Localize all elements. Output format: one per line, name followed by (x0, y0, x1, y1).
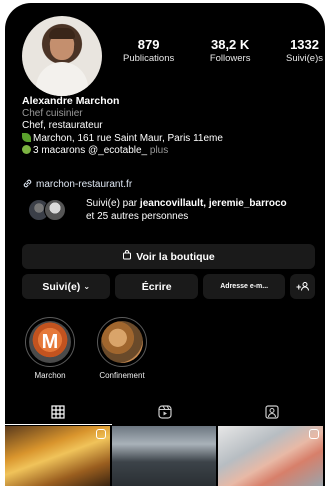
followed-suffix: et 25 autres personnes (86, 210, 189, 222)
highlight-ring: M (25, 317, 75, 367)
followed-by[interactable]: Suivi(e) par jeancovillault, jeremie_bar… (22, 198, 325, 229)
following-button[interactable]: Suivi(e) ⌄ (22, 274, 111, 299)
stat-value: 1332 (290, 37, 319, 52)
stat-label: Publications (123, 53, 175, 64)
add-person-button[interactable]: + (290, 274, 315, 299)
bio-address-text: Marchon, 161 rue Saint Maur, Paris 11eme (33, 132, 223, 144)
followed-by-text: Suivi(e) par jeancovillault, jeremie_bar… (86, 198, 325, 223)
shop-button[interactable]: Voir la boutique (22, 244, 315, 269)
follower-avatar (44, 199, 66, 221)
profile-name: Alexandre Marchon (22, 95, 120, 107)
followed-names: jeancovillault, jeremie_barroco (139, 198, 287, 209)
profile-tabs (5, 399, 325, 425)
posts-grid (5, 426, 324, 486)
profile-bio: Alexandre Marchon Chef cuisinier Chef, r… (22, 95, 322, 158)
bio-macarons-text[interactable]: 3 macarons @_ecotable_ (33, 145, 147, 156)
bio-line: Chef, restaurateur (22, 120, 103, 131)
bio-macarons: 3 macarons @_ecotable_ plus (22, 145, 322, 158)
profile-actions: Suivi(e) ⌄ Écrire Adresse e-m... + (22, 274, 315, 299)
person-icon (301, 282, 310, 291)
email-button[interactable]: Adresse e-m... (202, 274, 286, 299)
highlight-logo: M (41, 331, 59, 353)
stat-label: Followers (209, 53, 251, 64)
message-button-label: Écrire (141, 280, 172, 293)
story-highlights: M Marchon Confinement (22, 317, 150, 380)
bio-more-link[interactable]: plus (150, 145, 168, 156)
post-thumbnail[interactable] (218, 426, 324, 486)
reels-icon (158, 405, 172, 419)
message-button[interactable]: Écrire (115, 274, 198, 299)
following-button-label: Suivi(e) (42, 280, 81, 293)
stat-label: Suivi(e)s (286, 53, 323, 64)
link-icon (22, 179, 36, 190)
post-thumbnail[interactable] (111, 426, 217, 486)
stat-value: 879 (137, 37, 160, 52)
reels-icon (95, 429, 106, 439)
highlight-label: Confinement (99, 371, 145, 380)
post-thumbnail[interactable] (5, 426, 110, 486)
leaf-icon (22, 145, 31, 154)
shopping-bag-icon (122, 250, 132, 263)
tagged-icon (265, 405, 279, 419)
profile-screen: 879 Publications 38,2 K Followers 1332 S… (5, 3, 325, 486)
grid-icon (51, 404, 65, 419)
website-link-text[interactable]: marchon-restaurant.fr (36, 179, 132, 190)
highlight-confinement[interactable]: Confinement (94, 317, 150, 380)
stat-followers[interactable]: 38,2 K Followers (210, 37, 251, 64)
stat-publications[interactable]: 879 Publications (123, 37, 174, 64)
reels-icon (309, 429, 320, 439)
profile-avatar[interactable] (22, 16, 102, 96)
tab-posts[interactable] (5, 399, 112, 425)
tab-reels[interactable] (112, 399, 219, 425)
highlight-ring (97, 317, 147, 367)
chevron-down-icon: ⌄ (83, 282, 91, 291)
leaf-icon (22, 132, 31, 142)
email-button-label: Adresse e-m... (220, 283, 269, 290)
stat-following[interactable]: 1332 Suivi(e)s (286, 37, 323, 64)
followed-prefix: Suivi(e) par (86, 198, 138, 209)
highlight-label: Marchon (34, 371, 66, 380)
highlight-marchon[interactable]: M Marchon (22, 317, 78, 380)
profile-stats: 879 Publications 38,2 K Followers 1332 S… (123, 37, 323, 64)
shop-button-label: Voir la boutique (136, 250, 215, 263)
website-link[interactable]: marchon-restaurant.fr (22, 178, 132, 190)
stat-value: 38,2 K (210, 37, 250, 52)
bio-category: Chef cuisinier (22, 107, 83, 119)
tab-tagged[interactable] (218, 399, 325, 425)
bio-address: Marchon, 161 rue Saint Maur, Paris 11eme (22, 132, 322, 146)
